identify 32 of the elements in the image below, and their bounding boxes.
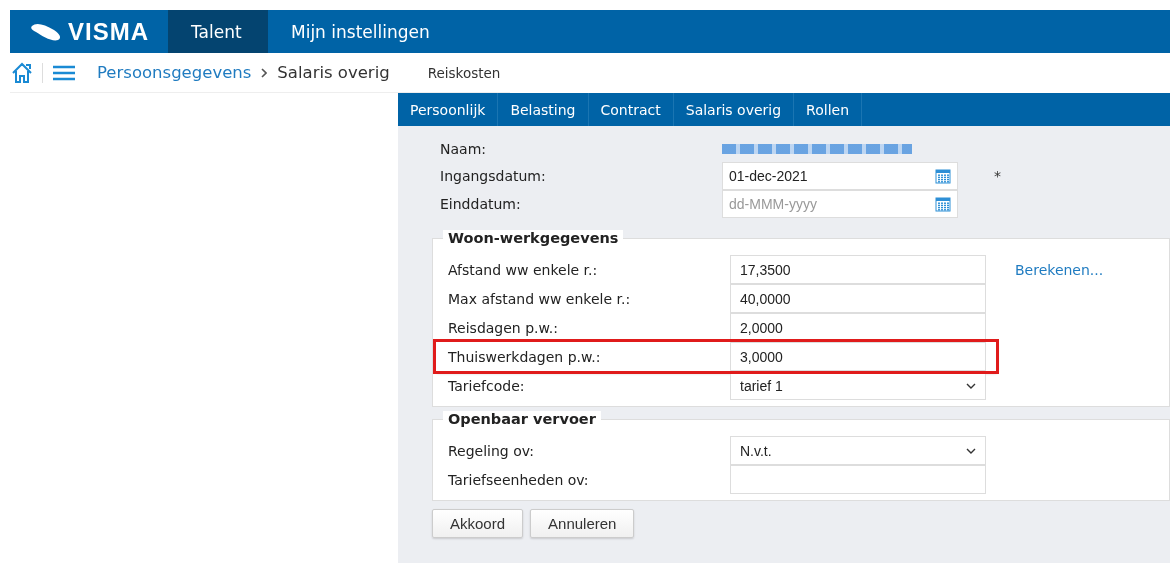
required-mark: * <box>994 168 1001 184</box>
tab[interactable]: Belasting <box>498 93 589 126</box>
section-title: Openbaar vervoer <box>443 411 601 427</box>
calculate-link[interactable]: Berekenen... <box>1015 261 1104 278</box>
field-label: Afstand ww enkele r.: <box>448 261 599 278</box>
input-field[interactable]: 3,0000 <box>730 342 986 371</box>
section-title: Woon-werkgegevens <box>443 230 624 246</box>
nav-tab[interactable]: Talent <box>168 10 268 53</box>
page-title: Reiskosten <box>427 64 501 81</box>
form-button[interactable]: Akkoord <box>432 509 524 538</box>
breadcrumb-current: Salaris overig <box>277 63 390 82</box>
field-label: Max afstand ww enkele r.: <box>448 290 632 307</box>
input-field[interactable]: 40,0000 <box>730 284 986 313</box>
field-label: Ingangsdatum: <box>440 168 547 184</box>
field-label: Tariefseenheden ov: <box>448 471 590 488</box>
field-label: Einddatum: <box>440 196 522 212</box>
tab[interactable]: Salaris overig <box>673 93 795 126</box>
form-button[interactable]: Annuleren <box>530 509 635 538</box>
breadcrumb-link[interactable]: Persoonsgegevens <box>97 63 252 82</box>
tab[interactable]: Persoonlijk <box>398 93 499 126</box>
field-label: Naam: <box>440 141 487 157</box>
nav-tab[interactable]: Mijn instellingen <box>268 10 453 53</box>
visma-logo[interactable]: VISMA <box>10 10 168 53</box>
date-field[interactable]: 01-dec-2021 <box>722 162 958 190</box>
input-field[interactable]: 17,3500 <box>730 255 986 284</box>
tab[interactable]: Contract <box>588 93 674 126</box>
tab[interactable]: Rollen <box>794 93 862 126</box>
field-label: Thuiswerkdagen p.w.: <box>448 348 602 365</box>
field-label: Reisdagen p.w.: <box>448 319 559 336</box>
field-label: Tariefcode: <box>448 377 526 394</box>
field-label: Regeling ov: <box>448 442 535 459</box>
dropdown[interactable]: N.v.t. <box>730 436 986 465</box>
